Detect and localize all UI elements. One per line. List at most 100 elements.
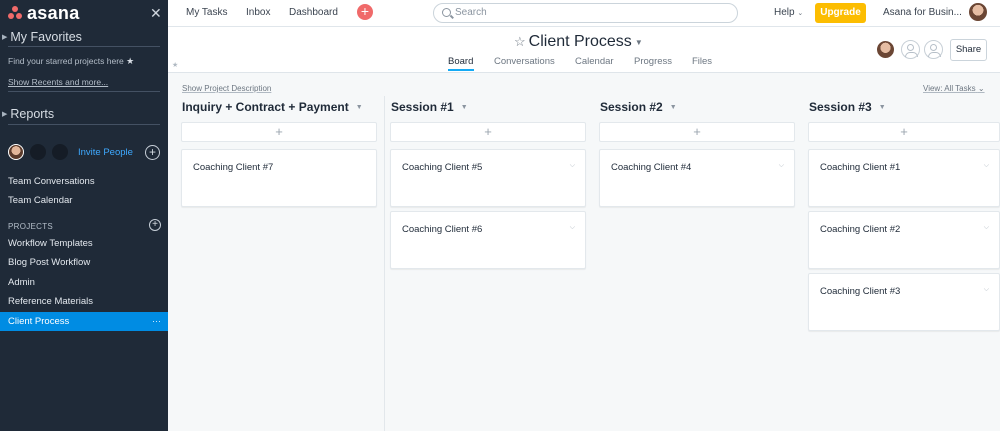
sidebar-item-team-calendar[interactable]: Team Calendar bbox=[0, 191, 168, 210]
sidebar-item-team-conversations[interactable]: Team Conversations bbox=[0, 172, 168, 191]
column-title[interactable]: Session #3 ▼ bbox=[809, 100, 886, 114]
column-title-text: Session #2 bbox=[600, 100, 663, 114]
view-filter-dropdown[interactable]: View: All Tasks ⌄ bbox=[923, 84, 985, 93]
nav-inbox[interactable]: Inbox bbox=[246, 7, 270, 18]
favorites-hint-text: Find your starred projects here bbox=[8, 56, 124, 66]
avatar-placeholder[interactable] bbox=[30, 144, 46, 160]
chevron-down-icon[interactable]: ⌵ bbox=[984, 162, 989, 170]
sidebar-item-admin[interactable]: Admin bbox=[0, 273, 168, 292]
upgrade-button[interactable]: Upgrade bbox=[815, 3, 866, 23]
show-recents-link[interactable]: Show Recents and more... bbox=[8, 77, 108, 87]
sidebar-item-reference-materials[interactable]: Reference Materials bbox=[0, 292, 168, 311]
sidebar-item-client-process[interactable]: Client Process ··· bbox=[0, 312, 168, 331]
task-card[interactable]: Coaching Client #5 ⌵ bbox=[390, 149, 586, 207]
task-card[interactable]: Coaching Client #1 ⌵ bbox=[808, 149, 1000, 207]
sidebar-item-label: Client Process bbox=[8, 316, 70, 327]
task-card-title: Coaching Client #2 bbox=[820, 224, 901, 235]
sidebar-item-blog-post-workflow[interactable]: Blog Post Workflow bbox=[0, 253, 168, 272]
tab-files[interactable]: Files bbox=[692, 56, 712, 67]
column-divider bbox=[384, 96, 385, 431]
invite-people-link[interactable]: Invite People bbox=[78, 147, 133, 158]
divider bbox=[8, 46, 160, 47]
nav-dashboard[interactable]: Dashboard bbox=[289, 7, 338, 18]
tab-progress[interactable]: Progress bbox=[634, 56, 672, 67]
divider bbox=[8, 124, 160, 125]
add-task-button[interactable]: + bbox=[599, 122, 795, 142]
task-card[interactable]: Coaching Client #6 ⌵ bbox=[390, 211, 586, 269]
add-task-button[interactable]: + bbox=[808, 122, 1000, 142]
search-icon bbox=[442, 8, 451, 17]
add-member-slot[interactable] bbox=[924, 40, 943, 59]
task-card-title: Coaching Client #1 bbox=[820, 162, 901, 173]
chevron-down-icon[interactable]: ⌵ bbox=[984, 286, 989, 294]
column-title[interactable]: Inquiry + Contract + Payment ▼ bbox=[182, 100, 363, 114]
divider bbox=[8, 91, 160, 92]
add-member-slot[interactable] bbox=[901, 40, 920, 59]
task-card-title: Coaching Client #3 bbox=[820, 286, 901, 297]
task-card-title: Coaching Client #6 bbox=[402, 224, 483, 235]
task-card[interactable]: Coaching Client #3 ⌵ bbox=[808, 273, 1000, 331]
asana-logo-icon bbox=[8, 6, 22, 20]
help-label: Help bbox=[774, 7, 795, 18]
tab-conversations[interactable]: Conversations bbox=[494, 56, 555, 67]
add-project-plus-icon[interactable]: + bbox=[149, 219, 161, 231]
reports-heading[interactable]: ▶ Reports bbox=[2, 107, 54, 121]
board-column-session-3: Session #3 ▼ + Coaching Client #1 ⌵ Coac… bbox=[808, 96, 1000, 431]
task-card[interactable]: Coaching Client #7 bbox=[181, 149, 377, 207]
chevron-down-icon[interactable]: ▼ bbox=[670, 104, 677, 111]
star-icon: ★ bbox=[172, 62, 179, 69]
projects-heading: PROJECTS bbox=[8, 222, 54, 231]
column-title[interactable]: Session #2 ▼ bbox=[600, 100, 677, 114]
chevron-down-icon[interactable]: ⌵ bbox=[984, 224, 989, 232]
nav-my-tasks[interactable]: My Tasks bbox=[186, 7, 228, 18]
task-card[interactable]: Coaching Client #2 ⌵ bbox=[808, 211, 1000, 269]
task-card[interactable]: Coaching Client #4 ⌵ bbox=[599, 149, 795, 207]
favorites-hint: Find your starred projects here ★ bbox=[8, 56, 134, 67]
person-icon bbox=[928, 44, 941, 57]
reports-heading-label: Reports bbox=[10, 107, 55, 121]
caret-right-icon: ▶ bbox=[2, 34, 8, 41]
help-menu[interactable]: Help ⌄ bbox=[774, 7, 803, 18]
column-title-text: Inquiry + Contract + Payment bbox=[182, 100, 349, 114]
project-title[interactable]: ☆ Client Process ▼ bbox=[514, 33, 643, 51]
chevron-down-icon[interactable]: ⌵ bbox=[570, 224, 575, 232]
user-avatar[interactable] bbox=[968, 2, 988, 22]
chevron-down-icon[interactable]: ▼ bbox=[635, 38, 643, 47]
favorites-heading[interactable]: ▶ My Favorites bbox=[2, 30, 82, 44]
close-sidebar-icon[interactable]: ✕ bbox=[150, 5, 162, 22]
column-title-text: Session #1 bbox=[391, 100, 454, 114]
show-project-description-link[interactable]: Show Project Description bbox=[182, 84, 271, 93]
quick-add-button[interactable]: + bbox=[357, 4, 373, 20]
task-card-title: Coaching Client #5 bbox=[402, 162, 483, 173]
share-button[interactable]: Share bbox=[950, 39, 987, 61]
add-task-button[interactable]: + bbox=[181, 122, 377, 142]
chevron-down-icon[interactable]: ▼ bbox=[879, 104, 886, 111]
chevron-down-icon[interactable]: ▼ bbox=[461, 104, 468, 111]
asana-logo[interactable]: asana bbox=[8, 3, 80, 23]
sidebar-item-workflow-templates[interactable]: Workflow Templates bbox=[0, 234, 168, 253]
task-card-title: Coaching Client #4 bbox=[611, 162, 692, 173]
favorites-heading-label: My Favorites bbox=[10, 30, 82, 44]
avatar[interactable] bbox=[8, 144, 24, 160]
view-filter-label: View: All Tasks bbox=[923, 84, 976, 93]
sidebar: asana ✕ ▶ My Favorites Find your starred… bbox=[0, 0, 168, 431]
board-column-inquiry: Inquiry + Contract + Payment ▼ + Coachin… bbox=[181, 96, 378, 431]
search-input[interactable]: Search bbox=[433, 3, 738, 23]
add-task-button[interactable]: + bbox=[390, 122, 586, 142]
project-member-avatar[interactable] bbox=[876, 40, 895, 59]
chevron-down-icon[interactable]: ▼ bbox=[356, 104, 363, 111]
more-options-icon[interactable]: ··· bbox=[152, 312, 161, 331]
org-switcher[interactable]: Asana for Busin... bbox=[883, 7, 963, 18]
chevron-down-icon[interactable]: ⌵ bbox=[570, 162, 575, 170]
board-column-session-1: Session #1 ▼ + Coaching Client #5 ⌵ Coac… bbox=[390, 96, 587, 431]
star-icon[interactable]: ☆ bbox=[514, 34, 526, 50]
tab-calendar[interactable]: Calendar bbox=[575, 56, 614, 67]
star-icon: ★ bbox=[126, 56, 135, 66]
task-card-title: Coaching Client #7 bbox=[193, 162, 274, 173]
project-title-text: Client Process bbox=[528, 33, 632, 50]
tab-board[interactable]: Board bbox=[448, 56, 473, 67]
chevron-down-icon[interactable]: ⌵ bbox=[779, 162, 784, 170]
avatar-placeholder[interactable] bbox=[52, 144, 68, 160]
column-title[interactable]: Session #1 ▼ bbox=[391, 100, 468, 114]
add-member-plus-icon[interactable]: + bbox=[145, 145, 160, 160]
